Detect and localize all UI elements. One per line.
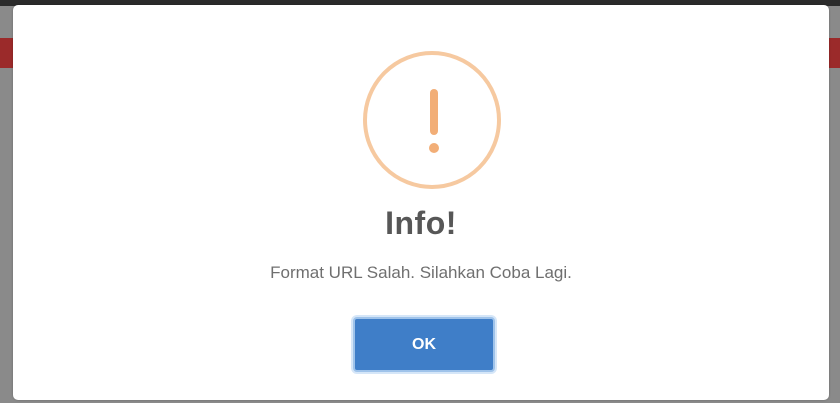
exclamation-bar (430, 89, 438, 135)
dialog-message: Format URL Salah. Silahkan Coba Lagi. (270, 263, 572, 282)
backdrop-accent-left (0, 38, 14, 68)
dialog-title: Info! (385, 205, 457, 241)
alert-dialog: Info! Format URL Salah. Silahkan Coba La… (13, 5, 829, 400)
ok-button[interactable]: OK (353, 317, 495, 372)
warning-exclamation-icon (363, 51, 501, 189)
exclamation-dot (429, 143, 439, 153)
